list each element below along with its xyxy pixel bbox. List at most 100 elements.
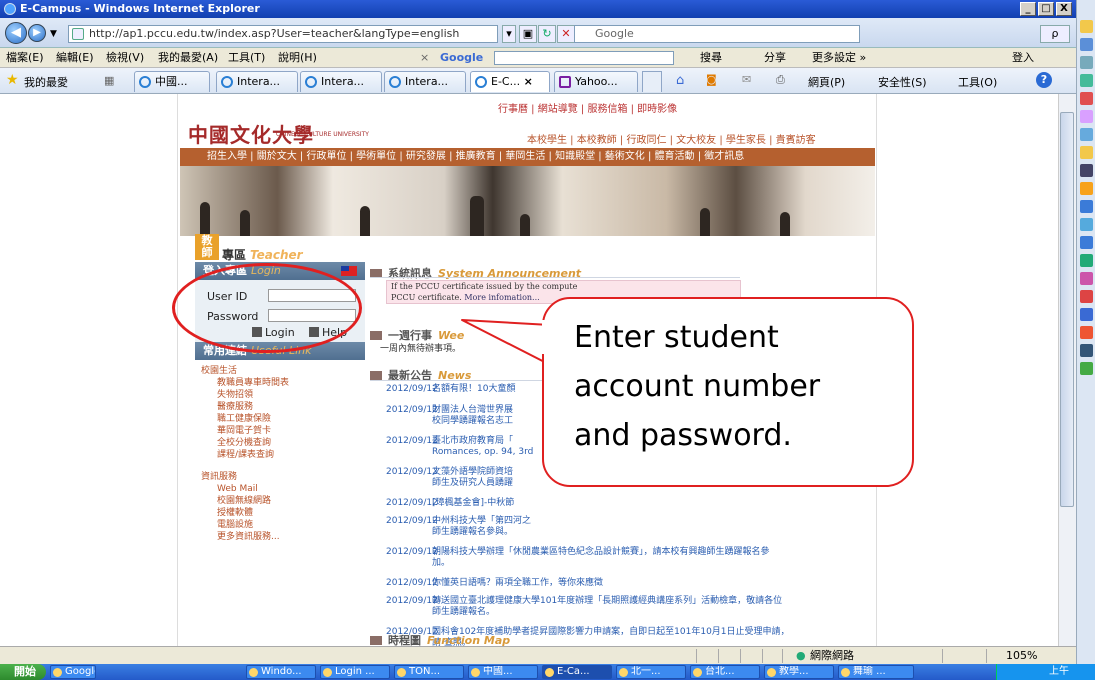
zoom-level[interactable]: 105% [1006,647,1037,664]
news-title[interactable]: Romances, op. 94, 3rd [432,447,533,457]
search-button[interactable]: ρ [1040,25,1070,43]
taskbar-button-active[interactable]: E-Ca... [542,665,612,679]
news-title[interactable]: 朝陽科技大學辦理「休閒農業區特色紀念品設計競賽」，請本校有興趣師生踴躍報名參 [432,547,770,557]
taskbar-button[interactable]: 中國... [468,665,538,679]
toolbar-search-button[interactable]: 搜尋 [700,48,722,68]
favorites-label[interactable]: 我的最愛 [24,74,68,90]
menu-edit[interactable]: 編輯(E) [56,48,94,68]
home-icon[interactable]: ⌂ [676,73,684,88]
app-icon[interactable] [1080,326,1093,339]
tab-5[interactable]: Yahoo... [554,71,638,92]
stop-icon[interactable]: ✕ [557,25,575,43]
forward-button[interactable]: ▶ [28,24,46,42]
news-item[interactable]: 2012/09/12中州科技大學「第四河之 [386,516,790,527]
rss-icon[interactable]: ◙ [706,73,717,86]
url-dropdown-icon[interactable]: ▾ [502,25,516,43]
link-item[interactable]: 華岡電子賀卡 [201,425,289,437]
app-icon[interactable] [1080,92,1093,105]
mail-icon[interactable]: ✉ [742,73,751,86]
top-links[interactable]: 行事曆 | 網站導覽 | 服務信箱 | 即時影像 [498,100,677,115]
news-item[interactable]: 2012/09/12你懂英日語嗎？兩項全職工作，等你來應徵 [386,578,790,589]
audience-links[interactable]: 本校學生 | 本校教師 | 行政同仁 | 文大校友 | 學生家長 | 貴賓訪客 [527,131,816,146]
app-icon[interactable] [1080,164,1093,177]
news-item[interactable]: 2012/09/12轉送國立臺北護理健康大學101年度辦理「長期照護經典講座系列… [386,596,790,607]
app-icon[interactable] [1080,254,1093,267]
minimize-button[interactable]: _ [1020,2,1036,16]
clock[interactable]: 上午 11:34 [1049,664,1095,696]
app-icon[interactable] [1080,128,1093,141]
menu-view[interactable]: 檢視(V) [106,48,144,68]
google-toolbar-task[interactable]: Google [50,665,96,679]
ie-icon[interactable] [1080,38,1093,51]
news-title[interactable]: 師生及研究人員踴躍 [432,478,513,488]
flag-icon[interactable] [341,266,357,276]
print-icon[interactable]: ⎙ [776,73,785,87]
tools-menu[interactable]: 工具(O) [958,74,997,90]
taskbar-button[interactable]: 舞瑜 ... [838,665,914,679]
app-icon[interactable] [1080,362,1093,375]
news-title[interactable]: 財團法人台灣世界展 [432,405,513,415]
scrollbar-thumb[interactable] [1060,112,1074,507]
link-item[interactable]: Web Mail [201,483,280,495]
more-info-link[interactable]: More infomation... [464,293,539,302]
taskbar-button[interactable]: 教學... [764,665,834,679]
history-dropdown-icon[interactable]: ▼ [50,29,57,39]
app-icon[interactable] [1080,182,1093,195]
back-button[interactable]: ◀ [5,22,27,44]
safety-menu[interactable]: 安全性(S) [878,74,927,90]
favorites-star-icon[interactable]: ★ [6,72,19,88]
news-title[interactable]: 名額有限！10大童顏 [432,384,515,394]
tab-3[interactable]: Intera... [384,71,466,92]
help-icon[interactable]: ? [1036,72,1052,88]
menu-tools[interactable]: 工具(T) [228,48,265,68]
app-icon[interactable] [1080,308,1093,321]
tab-4-active[interactable]: E-C... × [470,71,550,92]
link-item[interactable]: 電腦設施 [201,519,280,531]
refresh-icon[interactable]: ↻ [538,25,556,43]
toolbar-login[interactable]: 登入 [1012,48,1034,68]
link-item[interactable]: 校園無線網路 [201,495,280,507]
link-item[interactable]: 教職員專車時間表 [201,377,289,389]
maximize-button[interactable]: □ [1038,2,1054,16]
compat-view-icon[interactable]: ▣ [519,25,537,43]
app-icon[interactable] [1080,56,1093,69]
news-title[interactable]: 師生踴躍報名參與。 [432,527,513,537]
main-navigation[interactable]: 招生入學 | 關於文大 | 行政單位 | 學術單位 | 研究發展 | 推廣教育 … [180,148,875,166]
menu-favorites[interactable]: 我的最愛(A) [158,48,218,68]
taskbar-button[interactable]: TON... [394,665,464,679]
news-title[interactable]: 中州科技大學「第四河之 [432,516,531,526]
search-input[interactable]: Google [574,25,860,43]
app-icon[interactable] [1080,218,1093,231]
app-icon[interactable] [1080,110,1093,123]
news-item[interactable]: 2012/09/12[璋楓基金會]-中秋節 [386,498,790,509]
tab-0[interactable]: 中國... [134,71,210,92]
app-icon[interactable] [1080,200,1093,213]
link-item[interactable]: 醫療服務 [201,401,289,413]
taskbar-button[interactable]: 台北... [690,665,760,679]
link-item[interactable]: 授權軟體 [201,507,280,519]
link-item[interactable]: 課程/課表查詢 [201,449,289,461]
taskbar-button[interactable]: Login ... [320,665,390,679]
menu-file[interactable]: 檔案(E) [6,48,44,68]
news-title[interactable]: 校同學踴躍報名志工 [432,416,513,426]
news-title[interactable]: 加。 [432,558,450,568]
link-item[interactable]: 職工健康保險 [201,413,289,425]
toolbar-share-button[interactable]: 分享 [764,48,786,68]
app-icon[interactable] [1080,236,1093,249]
news-title[interactable]: 師生踴躍報名。 [432,607,495,617]
link-item[interactable]: 更多資訊服務... [201,531,280,543]
taskbar-button[interactable]: 北一... [616,665,686,679]
tab-2[interactable]: Intera... [300,71,382,92]
news-title[interactable]: 臺北市政府教育局「 [432,436,513,446]
toolbar-more-settings[interactable]: 更多設定 » [812,48,866,68]
news-title[interactable]: [璋楓基金會]-中秋節 [432,498,514,508]
news-item-cont[interactable]: 加。 [386,558,790,569]
link-item[interactable]: 全校分機查詢 [201,437,289,449]
quick-tabs-icon[interactable]: ▦ [104,74,114,87]
app-icon[interactable] [1080,344,1093,357]
menu-help[interactable]: 說明(H) [278,48,317,68]
app-icon[interactable] [1080,290,1093,303]
google-toolbar-input[interactable] [494,51,674,65]
folder-icon[interactable] [1080,20,1093,33]
toolbar-close-icon[interactable]: × [420,48,429,68]
